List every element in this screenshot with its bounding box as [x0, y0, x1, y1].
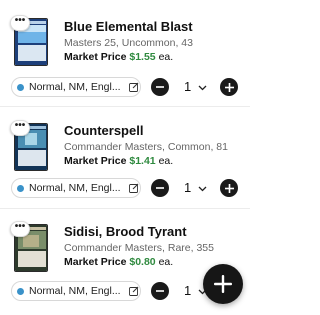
minus-icon [156, 290, 164, 292]
minus-icon [156, 187, 164, 189]
condition-dot [17, 83, 24, 91]
condition-selector[interactable]: Normal, NM, Engl... [11, 178, 141, 198]
quantity-value[interactable]: 1 [184, 283, 191, 298]
edit-icon [129, 183, 139, 193]
price-each-suffix: ea. [158, 256, 174, 268]
edit-icon [129, 82, 139, 92]
more-options-icon: ••• [14, 15, 26, 26]
card-thumbnail[interactable]: ••• [10, 15, 48, 66]
card-set-info: Masters 25, Uncommon, 43 [64, 37, 193, 49]
add-fab-icon [214, 275, 232, 293]
more-options-button[interactable]: ••• [10, 221, 30, 237]
increase-quantity-button[interactable] [220, 179, 238, 197]
plus-icon [224, 82, 234, 92]
condition-dot [17, 287, 24, 295]
increase-quantity-button[interactable] [220, 78, 238, 96]
decrease-quantity-button[interactable] [151, 78, 169, 96]
more-options-button[interactable]: ••• [10, 120, 30, 136]
decrease-quantity-button[interactable] [151, 282, 169, 300]
condition-text: Normal, NM, Engl... [29, 182, 121, 194]
add-item-fab[interactable] [203, 264, 243, 304]
condition-text: Normal, NM, Engl... [29, 81, 121, 93]
card-thumbnail[interactable]: ••• [10, 221, 48, 272]
more-options-button[interactable]: ••• [10, 15, 30, 31]
market-price-value: $1.41 [129, 155, 156, 167]
quantity-value[interactable]: 1 [184, 180, 191, 195]
plus-icon [224, 183, 234, 193]
card-name[interactable]: Counterspell [64, 123, 143, 138]
condition-selector[interactable]: Normal, NM, Engl... [11, 281, 141, 301]
quantity-value[interactable]: 1 [184, 79, 191, 94]
condition-selector[interactable]: Normal, NM, Engl... [11, 77, 141, 97]
condition-text: Normal, NM, Engl... [29, 285, 121, 297]
card-thumbnail[interactable]: ••• [10, 120, 48, 171]
market-price-label: Market Price [64, 51, 127, 63]
market-price-value: $1.55 [129, 51, 156, 63]
card-set-info: Commander Masters, Rare, 355 [64, 242, 214, 254]
edit-icon [129, 286, 139, 296]
card-name[interactable]: Sidisi, Brood Tyrant [64, 224, 187, 239]
item-divider [0, 208, 250, 209]
more-options-icon: ••• [14, 120, 26, 131]
card-name[interactable]: Blue Elemental Blast [64, 19, 193, 34]
item-divider [0, 106, 250, 107]
price-each-suffix: ea. [158, 51, 174, 63]
market-price-value: $0.80 [129, 256, 156, 268]
market-price-label: Market Price [64, 155, 127, 167]
minus-icon [156, 86, 164, 88]
condition-dot [17, 184, 24, 192]
chevron-down-icon[interactable] [198, 186, 207, 192]
market-price: Market Price $1.41 ea. [64, 155, 173, 167]
decrease-quantity-button[interactable] [151, 179, 169, 197]
card-set-info: Commander Masters, Common, 81 [64, 141, 228, 153]
market-price-label: Market Price [64, 256, 127, 268]
market-price: Market Price $1.55 ea. [64, 51, 173, 63]
more-options-icon: ••• [14, 221, 26, 232]
chevron-down-icon[interactable] [198, 85, 207, 91]
price-each-suffix: ea. [158, 155, 174, 167]
market-price: Market Price $0.80 ea. [64, 256, 173, 268]
